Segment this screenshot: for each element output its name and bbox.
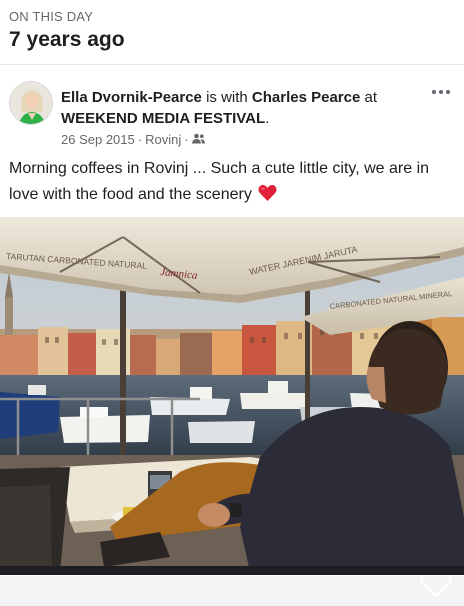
period-text: .	[265, 110, 270, 127]
avatar[interactable]	[9, 81, 53, 125]
post-text: Morning coffees in Rovinj ... Such a cut…	[9, 156, 455, 211]
post-date-link[interactable]: 26 Sep 2015	[61, 132, 135, 147]
memory-title: 7 years ago	[9, 28, 125, 51]
red-heart-emoji	[258, 184, 277, 211]
post-location-link[interactable]: Rovinj	[145, 132, 181, 147]
with-text: is with	[201, 89, 252, 106]
meta-separator: ·	[184, 132, 189, 147]
post-photo[interactable]: TARUTAN CARBONATED NATURAL WATER JARENIM…	[0, 217, 464, 572]
post-text-body: Morning coffees in Rovinj ... Such a cut…	[9, 160, 430, 203]
memory-eyebrow: ON THIS DAY	[9, 9, 94, 24]
post-meta: 26 Sep 2015 · Rovinj ·	[61, 132, 205, 147]
friends-icon	[191, 132, 205, 147]
post-card: Ella Dvornik-Pearce is with Charles Pear…	[0, 64, 464, 598]
author-name-link[interactable]: Ella Dvornik-Pearce	[61, 89, 202, 106]
bottom-bar	[0, 566, 464, 575]
place-link[interactable]: WEEKEND MEDIA FESTIVAL	[61, 110, 265, 127]
at-text: at	[360, 89, 378, 106]
meta-separator: ·	[137, 132, 143, 147]
post-author-line: Ella Dvornik-Pearce is with Charles Pear…	[61, 87, 411, 129]
tagged-person-link[interactable]: Charles Pearce	[252, 89, 360, 106]
memory-header: ON THIS DAY 7 years ago	[0, 0, 464, 64]
more-options-icon[interactable]	[429, 85, 453, 99]
